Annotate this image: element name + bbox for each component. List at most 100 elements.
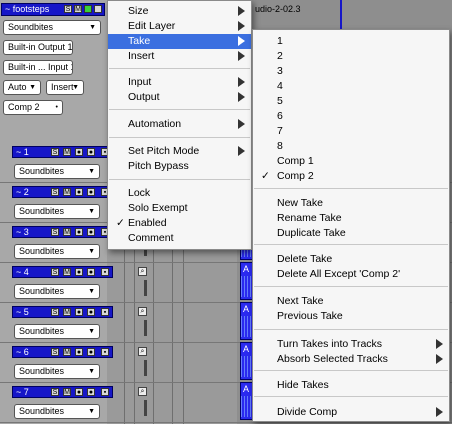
take-lane-name-bar[interactable]: ~ 4 S M ● ● ▪ bbox=[12, 266, 113, 278]
comp-select[interactable]: Comp 2 • bbox=[3, 100, 63, 115]
take-playlist-select[interactable]: Soundbites ▼ bbox=[14, 324, 100, 339]
insert-select[interactable]: Insert ▼ bbox=[46, 80, 84, 95]
solo-button[interactable]: S bbox=[51, 228, 59, 236]
take-lane-name-bar[interactable]: ~ 2 S M ● ● ▪ bbox=[12, 186, 113, 198]
mute-button[interactable]: M bbox=[63, 308, 71, 316]
solo-button[interactable]: S bbox=[64, 5, 72, 13]
output-select[interactable]: Built-in Output 1-2 bbox=[3, 40, 73, 55]
menu-item-insert[interactable]: Insert bbox=[108, 49, 251, 64]
input-monitor-button[interactable]: ● bbox=[87, 308, 95, 316]
solo-button[interactable]: S bbox=[51, 188, 59, 196]
take-menu-item-1[interactable]: 1 bbox=[253, 34, 449, 49]
take-menu-item-comp-2[interactable]: ✓ Comp 2 bbox=[253, 169, 449, 184]
mute-button[interactable]: M bbox=[63, 228, 71, 236]
zoom-icon[interactable]: ⌕ bbox=[138, 267, 147, 276]
take-menu-item-comp-1[interactable]: Comp 1 bbox=[253, 154, 449, 169]
lane-height-slider[interactable] bbox=[144, 320, 147, 336]
zoom-icon[interactable]: ⌕ bbox=[138, 347, 147, 356]
menu-item-comment[interactable]: Comment bbox=[108, 231, 251, 246]
mute-button[interactable]: M bbox=[63, 268, 71, 276]
solo-button[interactable]: S bbox=[51, 148, 59, 156]
take-lane-name-bar[interactable]: ~ 3 S M ● ● ▪ bbox=[12, 226, 113, 238]
menu-item-set-pitch-mode[interactable]: Set Pitch Mode bbox=[108, 144, 251, 159]
input-monitor-button[interactable]: ● bbox=[87, 388, 95, 396]
solo-button[interactable]: S bbox=[51, 388, 59, 396]
record-button[interactable]: ● bbox=[75, 148, 83, 156]
record-button[interactable]: ● bbox=[75, 348, 83, 356]
menu-item-enabled[interactable]: ✓ Enabled bbox=[108, 216, 251, 231]
record-button[interactable]: ● bbox=[75, 268, 83, 276]
take-menu-item-hide-takes[interactable]: Hide Takes bbox=[253, 378, 449, 393]
mute-button[interactable]: M bbox=[63, 188, 71, 196]
take-playlist-select[interactable]: Soundbites ▼ bbox=[14, 404, 100, 419]
take-lane-name-bar[interactable]: ~ 6 S M ● ● ▪ bbox=[12, 346, 113, 358]
input-monitor-button[interactable]: ● bbox=[87, 188, 95, 196]
input-monitor-button[interactable]: ● bbox=[87, 228, 95, 236]
take-menu-item-6[interactable]: 6 bbox=[253, 109, 449, 124]
take-menu-item-new-take[interactable]: New Take bbox=[253, 196, 449, 211]
menu-item-label: New Take bbox=[277, 197, 323, 209]
zoom-icon[interactable]: ⌕ bbox=[138, 387, 147, 396]
record-button[interactable]: ● bbox=[75, 228, 83, 236]
mute-button[interactable]: M bbox=[63, 348, 71, 356]
take-menu-item-turn-takes-into-tracks[interactable]: Turn Takes into Tracks bbox=[253, 337, 449, 352]
solo-button[interactable]: S bbox=[51, 268, 59, 276]
solo-button[interactable]: S bbox=[51, 348, 59, 356]
input-monitor-button[interactable]: ● bbox=[87, 268, 95, 276]
track-name-bar[interactable]: ~ footsteps S M bbox=[1, 3, 105, 16]
take-menu-item-7[interactable]: 7 bbox=[253, 124, 449, 139]
menu-item-edit-layer[interactable]: Edit Layer bbox=[108, 19, 251, 34]
take-menu-item-8[interactable]: 8 bbox=[253, 139, 449, 154]
menu-item-automation[interactable]: Automation bbox=[108, 117, 251, 132]
take-menu-item-previous-take[interactable]: Previous Take bbox=[253, 309, 449, 324]
take-menu-item-divide-comp[interactable]: Divide Comp bbox=[253, 405, 449, 420]
menu-item-pitch-bypass[interactable]: Pitch Bypass bbox=[108, 159, 251, 174]
input-monitor-button[interactable]: ● bbox=[87, 148, 95, 156]
menu-item-output[interactable]: Output bbox=[108, 90, 251, 105]
solo-button[interactable]: S bbox=[51, 308, 59, 316]
playlist-select[interactable]: Soundbites ▼ bbox=[3, 20, 101, 35]
take-menu-item-absorb-selected-tracks[interactable]: Absorb Selected Tracks bbox=[253, 352, 449, 367]
take-lane-name-bar[interactable]: ~ 1 S M ● ● ▪ bbox=[12, 146, 113, 158]
menu-item-size[interactable]: Size bbox=[108, 4, 251, 19]
take-number: ~ 6 bbox=[16, 347, 29, 357]
input-monitor-button[interactable]: ● bbox=[87, 348, 95, 356]
record-enable-button[interactable] bbox=[84, 5, 92, 13]
take-menu-item-3[interactable]: 3 bbox=[253, 64, 449, 79]
record-button[interactable]: ● bbox=[75, 388, 83, 396]
lane-height-slider[interactable] bbox=[144, 360, 147, 376]
menu-separator bbox=[109, 179, 250, 180]
submenu-arrow-icon bbox=[238, 77, 245, 87]
input-select[interactable]: Built-in ... Input 1 bbox=[3, 60, 73, 75]
record-button[interactable]: ● bbox=[75, 188, 83, 196]
take-menu-item-next-take[interactable]: Next Take bbox=[253, 294, 449, 309]
menu-item-take[interactable]: Take bbox=[108, 34, 251, 49]
take-menu-item-4[interactable]: 4 bbox=[253, 79, 449, 94]
take-menu-item-2[interactable]: 2 bbox=[253, 49, 449, 64]
take-lane-name-bar[interactable]: ~ 5 S M ● ● ▪ bbox=[12, 306, 113, 318]
take-playlist-select[interactable]: Soundbites ▼ bbox=[14, 364, 100, 379]
take-menu-item-rename-take[interactable]: Rename Take bbox=[253, 211, 449, 226]
automation-select[interactable]: Auto ▼ bbox=[3, 80, 41, 95]
menu-item-lock[interactable]: Lock bbox=[108, 186, 251, 201]
take-menu-item-delete-take[interactable]: Delete Take bbox=[253, 252, 449, 267]
take-playlist-select[interactable]: Soundbites ▼ bbox=[14, 204, 100, 219]
lane-height-slider[interactable] bbox=[144, 400, 147, 416]
take-menu-item-duplicate-take[interactable]: Duplicate Take bbox=[253, 226, 449, 241]
input-monitor-button[interactable] bbox=[94, 5, 102, 13]
take-playlist-select[interactable]: Soundbites ▼ bbox=[14, 244, 100, 259]
take-menu-item-delete-all-except-comp-2[interactable]: Delete All Except 'Comp 2' bbox=[253, 267, 449, 282]
record-button[interactable]: ● bbox=[75, 308, 83, 316]
mute-button[interactable]: M bbox=[63, 388, 71, 396]
lane-height-slider[interactable] bbox=[144, 280, 147, 296]
menu-item-input[interactable]: Input bbox=[108, 75, 251, 90]
take-lane-name-bar[interactable]: ~ 7 S M ● ● ▪ bbox=[12, 386, 113, 398]
take-playlist-select[interactable]: Soundbites ▼ bbox=[14, 284, 100, 299]
mute-button[interactable]: M bbox=[63, 148, 71, 156]
zoom-icon[interactable]: ⌕ bbox=[138, 307, 147, 316]
take-playlist-select[interactable]: Soundbites ▼ bbox=[14, 164, 100, 179]
menu-item-solo-exempt[interactable]: Solo Exempt bbox=[108, 201, 251, 216]
take-number: ~ 3 bbox=[16, 227, 29, 237]
take-menu-item-5[interactable]: 5 bbox=[253, 94, 449, 109]
mute-button[interactable]: M bbox=[74, 5, 82, 13]
